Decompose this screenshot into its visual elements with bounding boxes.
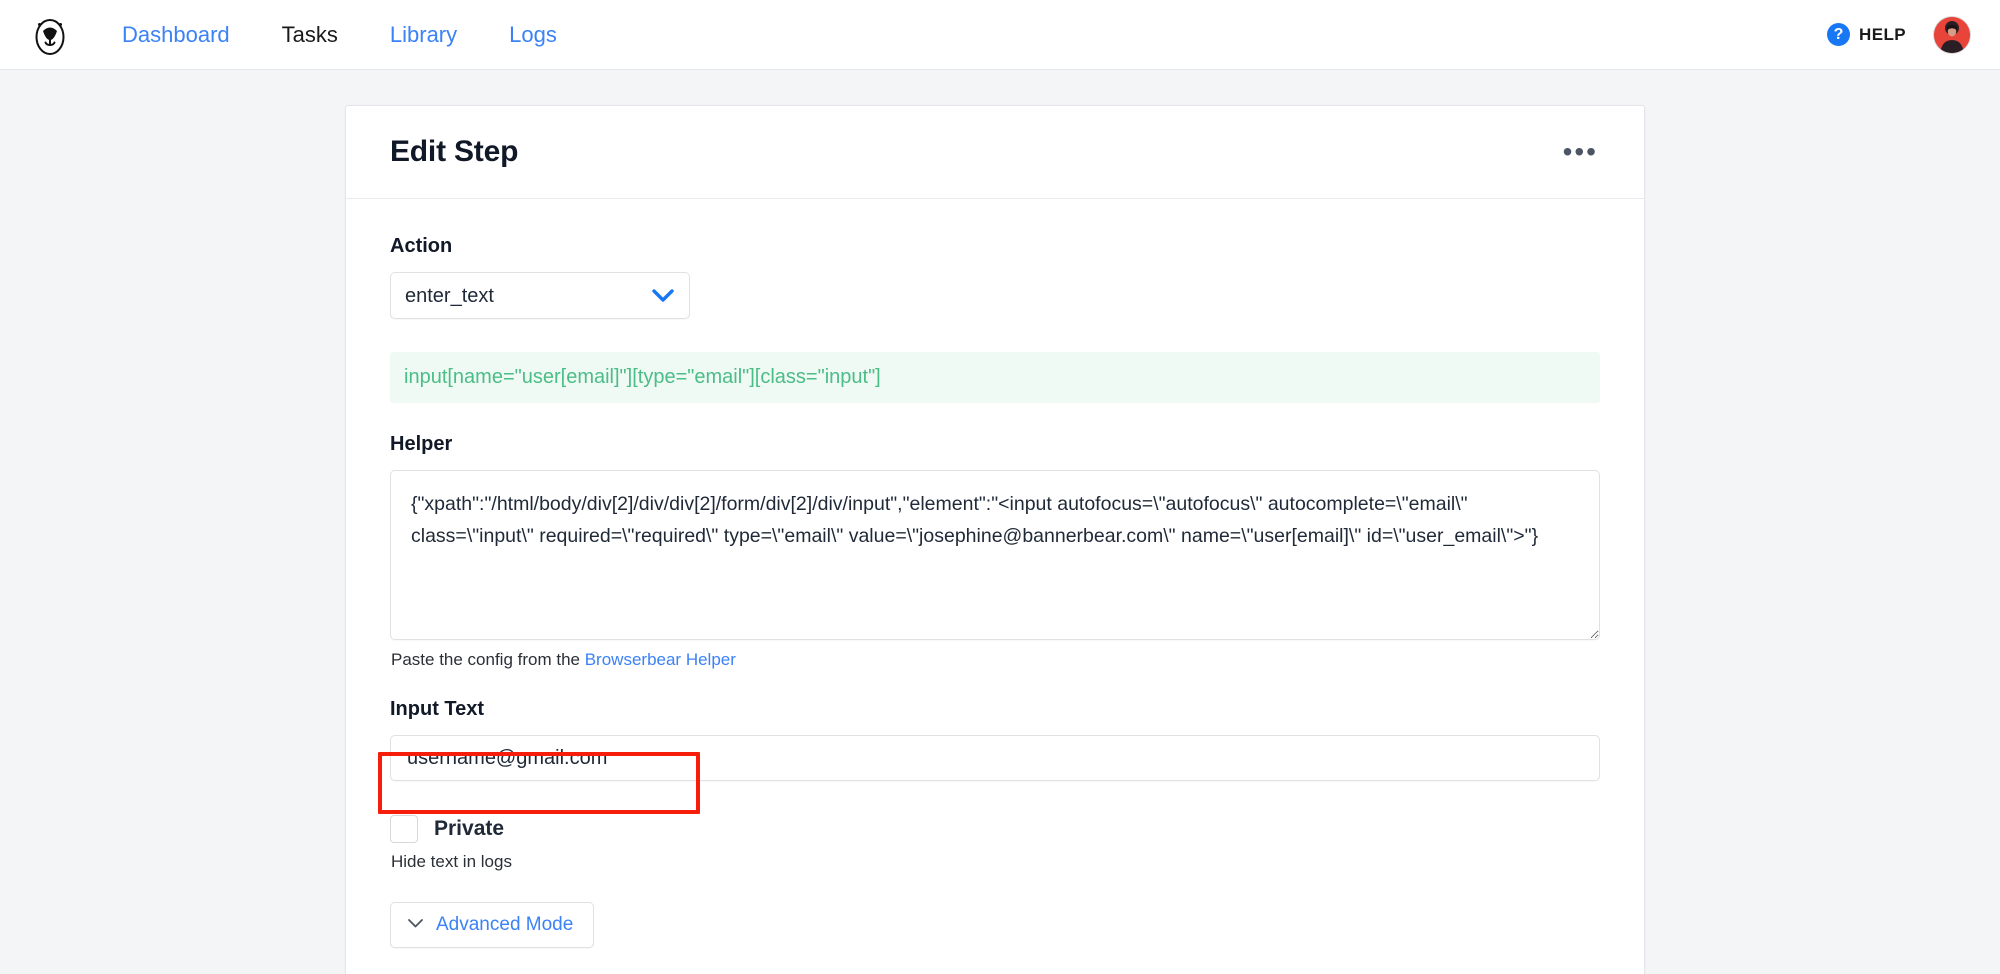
top-navigation-bar: Dashboard Tasks Library Logs ? HELP [0, 0, 2000, 70]
edit-step-card: Edit Step ••• Action enter_text input[na… [345, 105, 1645, 974]
nav-link-library[interactable]: Library [364, 0, 483, 70]
nav-right-group: ? HELP [1827, 16, 1970, 53]
private-checkbox[interactable] [390, 815, 418, 843]
avatar[interactable] [1934, 16, 1970, 53]
private-checkbox-row: Private [390, 815, 1600, 843]
ellipsis-icon[interactable]: ••• [1559, 138, 1602, 166]
helper-hint-prefix: Paste the config from the [391, 650, 585, 669]
input-text-label: Input Text [390, 698, 485, 720]
card-body: Action enter_text input[name="user[email… [346, 199, 1644, 974]
private-label: Private [434, 817, 505, 840]
advanced-mode-label: Advanced Mode [436, 914, 574, 935]
helper-label: Helper [390, 433, 453, 455]
action-select[interactable]: enter_text [390, 272, 690, 319]
nav-link-dashboard[interactable]: Dashboard [96, 0, 256, 70]
primary-nav-links: Dashboard Tasks Library Logs [96, 0, 583, 70]
bear-logo-icon[interactable] [28, 13, 72, 57]
card-header: Edit Step ••• [346, 106, 1644, 199]
advanced-mode-button[interactable]: Advanced Mode [390, 902, 595, 948]
helper-textarea[interactable] [390, 470, 1600, 640]
selector-banner: input[name="user[email]"][type="email"][… [390, 352, 1600, 403]
input-text-field[interactable] [390, 735, 1600, 781]
help-button[interactable]: ? HELP [1827, 23, 1906, 46]
chevron-down-icon [407, 916, 424, 934]
page-content: Edit Step ••• Action enter_text input[na… [0, 70, 2000, 974]
private-hint: Hide text in logs [391, 852, 512, 871]
nav-link-logs[interactable]: Logs [483, 0, 583, 70]
action-select-wrapper: enter_text [390, 272, 690, 319]
question-circle-icon: ? [1827, 23, 1851, 46]
page-title: Edit Step [390, 135, 519, 168]
help-label: HELP [1859, 24, 1906, 44]
browserbear-helper-link[interactable]: Browserbear Helper [585, 650, 736, 669]
nav-link-tasks[interactable]: Tasks [256, 0, 364, 70]
helper-hint: Paste the config from the Browserbear He… [391, 650, 1600, 670]
action-label: Action [390, 235, 453, 257]
